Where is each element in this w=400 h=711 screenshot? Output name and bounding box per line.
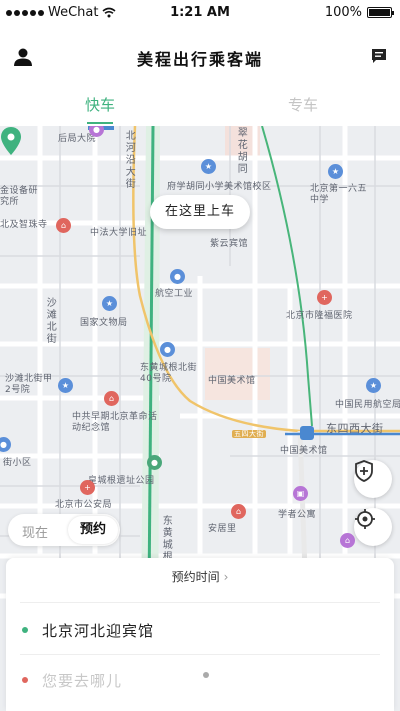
location-pin-icon [1,127,21,155]
map-label: 东黄城根北街40号院 [140,363,198,384]
map-label: 安居里 [208,524,237,534]
poi-marker[interactable]: ⌂ [104,391,119,406]
locate-me-button[interactable] [354,508,392,546]
map-label: 皇城根遗址公园 [88,476,155,486]
map-label: 紫云宾馆 [210,239,249,249]
reserve-time-selector[interactable]: 预约时间 › [6,568,394,585]
tab-premium[interactable]: 专车 [268,94,338,115]
crosshair-icon [355,509,375,529]
map-label: 后局大院 [58,134,97,144]
poi-marker[interactable]: + [317,290,332,305]
destination-placeholder: 您要去哪儿 [42,671,123,690]
divider [20,654,380,655]
poi-marker[interactable]: ● [160,342,175,357]
divider [20,602,380,603]
battery-percent: 100% [324,5,362,20]
status-right: 100% [324,5,394,20]
map-label: 金设备研究所 [0,186,39,207]
ride-type-tabs: 快车 专车 [0,90,400,126]
poi-marker[interactable]: ⌂ [340,533,355,548]
booking-mode-toggle: 现在 预约 [8,514,120,546]
map-label: 北京市公安局 [55,500,113,510]
map-label: 中法大学旧址 [90,228,148,238]
poi-marker[interactable]: ● [147,455,162,470]
pickup-bubble[interactable]: 在这里上车 [150,195,250,229]
pickup-address: 北京河北迎宾馆 [42,621,155,640]
map-label: 中国美术馆 [208,376,256,386]
poi-marker[interactable]: ★ [201,159,216,174]
destination-input-row[interactable]: 您要去哪儿 [20,660,380,700]
map-label: 翠花胡同 [237,128,249,175]
map-label: 北京市隆福医院 [286,311,353,321]
map-label: 学者公寓 [278,510,317,520]
page-title: 美程出行乘客端 [136,50,263,69]
map-label: 中国美术馆 [280,446,328,456]
map-label: 东黄城根 [162,516,174,563]
map-label: 沙滩北街甲2号院 [5,374,53,395]
page-indicator [203,672,209,678]
map-label: 北河沿大街 [125,131,137,190]
map-label: 国家文物局 [80,318,128,328]
map-label: 中共早期北京革命活动纪念馆 [72,412,158,433]
nav-bar: 美程出行乘客端 [0,26,400,90]
poi-marker[interactable]: ★ [58,378,73,393]
mode-reserve-option[interactable]: 预约 [68,516,118,544]
status-bar: WeChat 1:21 AM 100% [0,0,400,26]
map-label: 东四西大街 [326,422,384,435]
poi-marker[interactable]: ⌂ [56,218,71,233]
tab-express[interactable]: 快车 [65,94,135,115]
chevron-right-icon: › [223,570,229,584]
poi-marker[interactable]: ▣ [293,486,308,501]
poi-marker[interactable]: ● [170,269,185,284]
destination-dot-icon [22,677,28,683]
mode-now-option[interactable]: 现在 [22,522,48,541]
map-label: 沙滩北街 [46,298,58,345]
map-label: 北及智珠寺 [0,220,48,230]
poi-marker[interactable]: ★ [328,164,343,179]
poi-marker[interactable]: ★ [102,296,117,311]
poi-marker[interactable]: + [80,480,95,495]
message-icon[interactable] [370,47,388,65]
reserve-time-label: 预约时间 [171,570,220,584]
safety-button[interactable] [354,460,392,498]
map-label: 五四大街 [232,430,266,439]
poi-marker[interactable]: ★ [366,378,381,393]
poi-marker[interactable]: ⌂ [231,504,246,519]
pickup-address-row[interactable]: 北京河北迎宾馆 [20,610,380,650]
map-label: 府学胡同小学美术馆校区 [167,182,272,192]
map-label: 北京第一六五中学 [310,184,368,205]
battery-icon [367,7,394,18]
pickup-dot-icon [22,627,28,633]
map-label: 中国民用航空局 [335,400,400,410]
booking-card: 预约时间 › 北京河北迎宾馆 您要去哪儿 [6,558,394,711]
map-label: 航空工业 [155,289,194,299]
map-label: 街小区 [3,458,32,468]
shield-plus-icon [355,460,373,482]
active-tab-indicator [87,122,113,124]
